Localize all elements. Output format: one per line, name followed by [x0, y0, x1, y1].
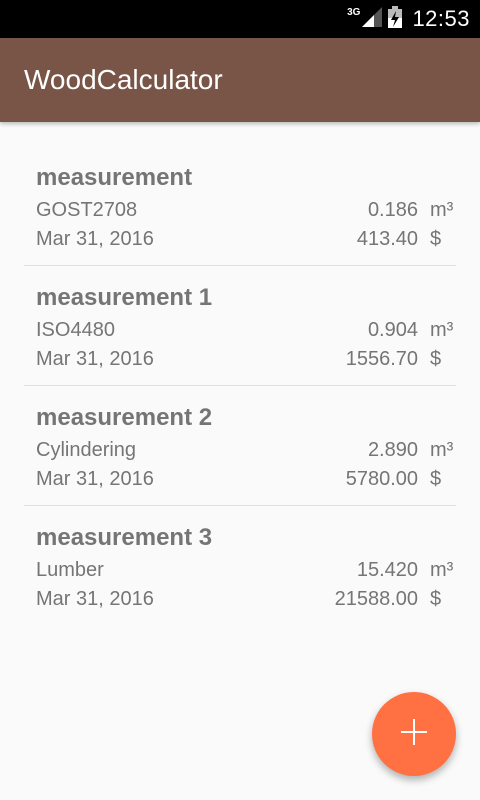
measurement-list: measurement GOST2708 0.186 m³ Mar 31, 20… — [24, 146, 456, 626]
measurement-price: 21588.00 — [334, 588, 418, 610]
measurement-date: Mar 31, 2016 — [36, 348, 154, 370]
measurement-name: measurement 2 — [36, 404, 213, 431]
measurement-name: measurement 3 — [36, 524, 213, 551]
network-type-label: 3G — [347, 6, 361, 18]
add-measurement-button[interactable] — [372, 692, 456, 776]
measurement-volume: 0.186 — [367, 199, 418, 221]
list-item[interactable]: measurement 1 ISO4480 0.904 m³ Mar 31, 2… — [24, 266, 456, 386]
currency-symbol: $ — [430, 228, 442, 250]
app-bar: WoodCalculator — [0, 38, 480, 122]
list-item[interactable]: measurement 3 Lumber 15.420 m³ Mar 31, 2… — [24, 506, 456, 626]
measurement-standard: GOST2708 — [36, 199, 138, 221]
measurement-standard: Lumber — [36, 559, 104, 581]
app-title: WoodCalculator — [24, 64, 223, 95]
measurement-standard: ISO4480 — [36, 319, 115, 341]
list-item[interactable]: measurement GOST2708 0.186 m³ Mar 31, 20… — [24, 146, 456, 266]
measurement-price: 413.40 — [356, 228, 418, 250]
battery-icon — [388, 5, 403, 33]
currency-symbol: $ — [430, 348, 442, 370]
measurement-price: 1556.70 — [345, 348, 418, 370]
measurement-volume: 15.420 — [356, 559, 418, 581]
clock: 12:53 — [412, 6, 470, 31]
list-item[interactable]: measurement 2 Cylindering 2.890 m³ Mar 3… — [24, 386, 456, 506]
currency-symbol: $ — [430, 468, 442, 490]
volume-unit: m³ — [430, 319, 454, 341]
measurement-volume: 2.890 — [367, 439, 418, 461]
volume-unit: m³ — [430, 559, 454, 581]
measurement-name: measurement 1 — [36, 284, 213, 311]
status-bar: 3G 12:53 — [0, 0, 480, 38]
currency-symbol: $ — [430, 588, 442, 610]
measurement-name: measurement — [36, 164, 193, 191]
status-icons: 3G — [347, 5, 403, 33]
volume-unit: m³ — [430, 199, 454, 221]
measurement-standard: Cylindering — [36, 439, 137, 461]
measurement-date: Mar 31, 2016 — [36, 228, 154, 250]
plus-icon — [400, 718, 428, 751]
measurement-date: Mar 31, 2016 — [36, 468, 154, 490]
measurement-price: 5780.00 — [345, 468, 418, 490]
volume-unit: m³ — [430, 439, 454, 461]
measurement-date: Mar 31, 2016 — [36, 588, 154, 610]
signal-icon — [362, 6, 383, 32]
measurement-volume: 0.904 — [367, 319, 418, 341]
